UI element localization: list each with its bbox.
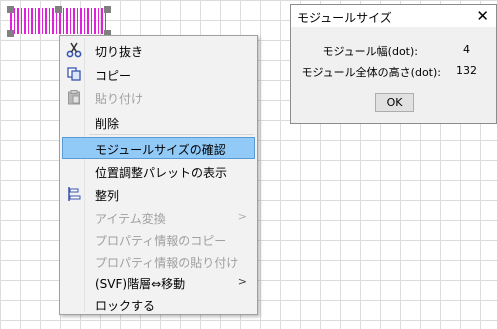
submenu-arrow-icon: >	[237, 275, 247, 288]
selection-handle[interactable]	[104, 6, 111, 13]
context-menu: 切り抜き コピー 貼り付け 削除 モジュールサイズの確認 位置調整パレットの表示…	[59, 35, 258, 315]
menu-item-label: 整列	[95, 189, 120, 203]
selection-handle[interactable]	[7, 30, 14, 37]
module-size-dialog: モジュールサイズ ✕ モジュール幅(dot): 4 モジュール全体の高さ(dot…	[290, 4, 497, 124]
close-icon[interactable]: ✕	[476, 7, 489, 25]
menu-separator	[89, 134, 254, 135]
menu-item-label: 切り抜き	[95, 45, 144, 59]
menu-item-label: モジュールサイズの確認	[95, 143, 226, 157]
menu-item-lock[interactable]: ロックする	[62, 293, 255, 315]
module-height-value: 132	[456, 64, 477, 77]
module-width-label: モジュール幅(dot):	[322, 45, 418, 58]
align-icon	[68, 187, 81, 201]
menu-item-copy[interactable]: コピー	[62, 63, 255, 85]
menu-item-delete[interactable]: 削除	[62, 111, 255, 133]
dialog-title: モジュールサイズ	[297, 11, 392, 25]
menu-item-label: プロパティ情報の貼り付け	[95, 256, 239, 270]
menu-item-label: (SVF)階層⇔移動	[95, 277, 186, 291]
menu-item-cut[interactable]: 切り抜き	[62, 39, 255, 61]
menu-item-convert-item[interactable]: アイテム変換 >	[62, 206, 255, 228]
menu-item-label: 削除	[95, 117, 120, 131]
menu-item-label: 貼り付け	[95, 92, 144, 106]
ok-button[interactable]: OK	[375, 93, 414, 112]
selection-handle[interactable]	[7, 6, 14, 13]
menu-item-svf-layer-move[interactable]: (SVF)階層⇔移動 >	[62, 271, 255, 293]
copy-icon	[67, 67, 81, 81]
menu-item-check-module-size[interactable]: モジュールサイズの確認	[62, 137, 255, 159]
menu-item-paste[interactable]: 貼り付け	[62, 86, 255, 108]
module-width-value: 4	[463, 43, 470, 56]
module-height-label: モジュール全体の高さ(dot):	[301, 66, 441, 79]
menu-item-label: コピー	[95, 69, 132, 83]
menu-item-show-position-palette[interactable]: 位置調整パレットの表示	[62, 160, 255, 182]
menu-item-paste-properties[interactable]: プロパティ情報の貼り付け	[62, 250, 255, 272]
menu-item-label: 位置調整パレットの表示	[95, 166, 228, 180]
dialog-titlebar[interactable]: モジュールサイズ ✕	[291, 5, 496, 27]
menu-item-align[interactable]: 整列	[62, 183, 255, 205]
paste-icon	[68, 90, 80, 105]
menu-item-label: プロパティ情報のコピー	[95, 234, 227, 248]
menu-item-copy-properties[interactable]: プロパティ情報のコピー	[62, 228, 255, 250]
menu-item-label: アイテム変換	[95, 212, 166, 226]
selection-handle[interactable]	[55, 6, 62, 13]
menu-item-label: ロックする	[95, 299, 156, 313]
submenu-arrow-icon: >	[237, 210, 247, 223]
scissors-icon	[66, 42, 82, 58]
